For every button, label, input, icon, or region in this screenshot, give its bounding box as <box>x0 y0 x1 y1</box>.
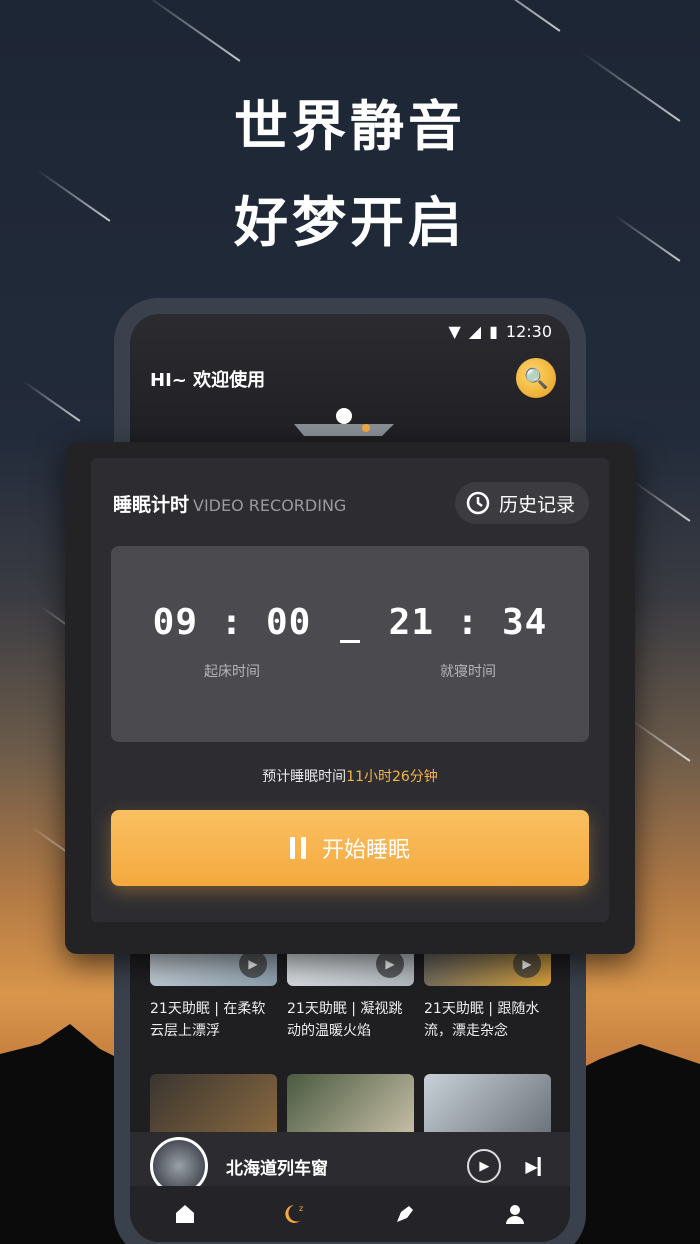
history-clock-icon <box>466 491 490 515</box>
timer-subtitle: VIDEO RECORDING <box>193 496 347 515</box>
history-button[interactable]: 历史记录 <box>454 482 589 524</box>
profile-icon <box>506 1205 524 1224</box>
tab-profile[interactable] <box>495 1194 535 1234</box>
estimated-sleep: 预计睡眠时间11小时26分钟 <box>65 766 635 786</box>
tab-sleep[interactable]: z <box>275 1194 315 1234</box>
timer-title: 睡眠计时 VIDEO RECORDING <box>113 490 346 517</box>
video-thumbnail[interactable] <box>424 1074 551 1138</box>
sleep-time-label: 就寝时间 <box>440 664 496 680</box>
home-icon <box>176 1205 194 1223</box>
greeting: HI~ 欢迎使用 <box>150 370 266 391</box>
video-card[interactable]: ▶ 21天助眠 | 凝视跳动的温暖火焰 <box>287 944 414 1042</box>
history-label: 历史记录 <box>498 493 575 516</box>
wake-time: 09 : 00 <box>152 602 312 643</box>
search-avatar-icon[interactable]: 🔍 <box>516 358 556 398</box>
bed-time-picker[interactable]: 21 : 34 就寝时间 <box>383 602 553 681</box>
timer-title-text: 睡眠计时 <box>113 494 190 516</box>
start-sleep-label: 开始睡眠 <box>321 838 410 863</box>
signal-icon: ◢ <box>468 322 482 341</box>
video-card[interactable]: ▶ 21天助眠 | 跟随水流，漂走杂念 <box>424 944 551 1042</box>
start-sleep-button[interactable]: 开始睡眠 <box>111 810 589 886</box>
tab-write[interactable] <box>385 1194 425 1234</box>
status-time: 12:30 <box>505 322 552 341</box>
wifi-icon: ▼ <box>448 322 461 341</box>
play-icon[interactable]: ▶ <box>376 950 404 978</box>
sleep-time: 21 : 34 <box>388 602 548 643</box>
play-button[interactable]: ▶ <box>467 1149 502 1183</box>
video-title: 21天助眠 | 跟随水流，漂走杂念 <box>424 1001 540 1039</box>
hero-title-line1: 世界静音 <box>234 95 466 158</box>
wake-time-picker[interactable]: 09 : 00 起床时间 <box>147 602 317 681</box>
hero-title-line2: 好梦开启 <box>234 191 466 254</box>
tab-home[interactable] <box>165 1194 205 1234</box>
pause-icon <box>289 837 306 859</box>
video-thumbnail[interactable] <box>150 1074 277 1138</box>
pen-icon <box>397 1206 413 1222</box>
video-card[interactable]: ▶ 21天助眠 | 在柔软云层上漂浮 <box>150 944 277 1042</box>
status-bar: ▼ ◢ ▮ 12:30 <box>448 322 552 341</box>
boat-illustration <box>294 408 394 436</box>
video-thumbnail[interactable] <box>287 1074 414 1138</box>
video-grid-row-1: ▶ 21天助眠 | 在柔软云层上漂浮 ▶ 21天助眠 | 凝视跳动的温暖火焰 ▶… <box>150 944 552 1042</box>
svg-text:z: z <box>299 1204 303 1213</box>
wake-time-label: 起床时间 <box>204 664 260 680</box>
sleep-moon-icon: z <box>285 1204 303 1223</box>
battery-icon: ▮ <box>489 322 498 341</box>
player-title: 北海道列车窗 <box>226 1158 328 1179</box>
play-icon[interactable]: ▶ <box>239 950 267 978</box>
bottom-tab-bar: z <box>130 1186 570 1242</box>
play-icon[interactable]: ▶ <box>513 950 541 978</box>
video-grid-row-2 <box>150 1074 552 1138</box>
video-title: 21天助眠 | 凝视跳动的温暖火焰 <box>287 1001 403 1039</box>
estimate-prefix: 预计睡眠时间 <box>262 769 347 785</box>
time-range-panel: 09 : 00 起床时间 21 : 34 就寝时间 <box>111 546 589 742</box>
range-separator <box>340 640 360 643</box>
estimate-value: 11小时26分钟 <box>346 769 438 785</box>
next-track-icon[interactable]: ▶▎ <box>525 1157 550 1176</box>
video-title: 21天助眠 | 在柔软云层上漂浮 <box>150 1001 266 1039</box>
sleep-timer-card: 睡眠计时 VIDEO RECORDING 历史记录 09 : 00 起床时间 21… <box>65 442 635 954</box>
